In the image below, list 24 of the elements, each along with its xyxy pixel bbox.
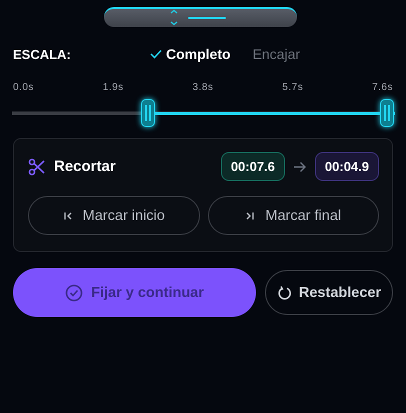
range-handle[interactable] bbox=[380, 99, 394, 127]
time-badge: 00:07.6 bbox=[220, 152, 285, 181]
mark-button[interactable]: Marcar final bbox=[208, 196, 379, 235]
drag-handle[interactable] bbox=[104, 7, 297, 27]
reset-button[interactable]: Restablecer bbox=[265, 270, 393, 315]
scale-label: ESCALA: bbox=[13, 46, 72, 62]
scale-option[interactable]: Completo bbox=[150, 46, 231, 62]
tick-label: 3.8s bbox=[192, 82, 214, 93]
tick-label: 1.9s bbox=[102, 82, 124, 93]
trim-title: Recortar bbox=[54, 158, 116, 175]
tick-label: 0.0s bbox=[13, 82, 34, 93]
skip-end-icon bbox=[245, 210, 256, 220]
scale-option[interactable]: Encajar bbox=[252, 46, 300, 62]
skip-start-icon bbox=[62, 210, 73, 220]
time-badge: 00:04.9 bbox=[314, 152, 379, 181]
range-handle[interactable] bbox=[140, 99, 155, 127]
check-circle-icon bbox=[65, 284, 84, 302]
arrow-right-icon bbox=[292, 160, 307, 172]
tick-label: 7.6s bbox=[372, 82, 393, 93]
tick-label: 5.7s bbox=[282, 82, 304, 93]
scissors-icon bbox=[28, 158, 46, 176]
mark-button[interactable]: Marcar inicio bbox=[28, 196, 200, 235]
check-icon bbox=[150, 49, 162, 59]
refresh-icon bbox=[276, 284, 293, 300]
